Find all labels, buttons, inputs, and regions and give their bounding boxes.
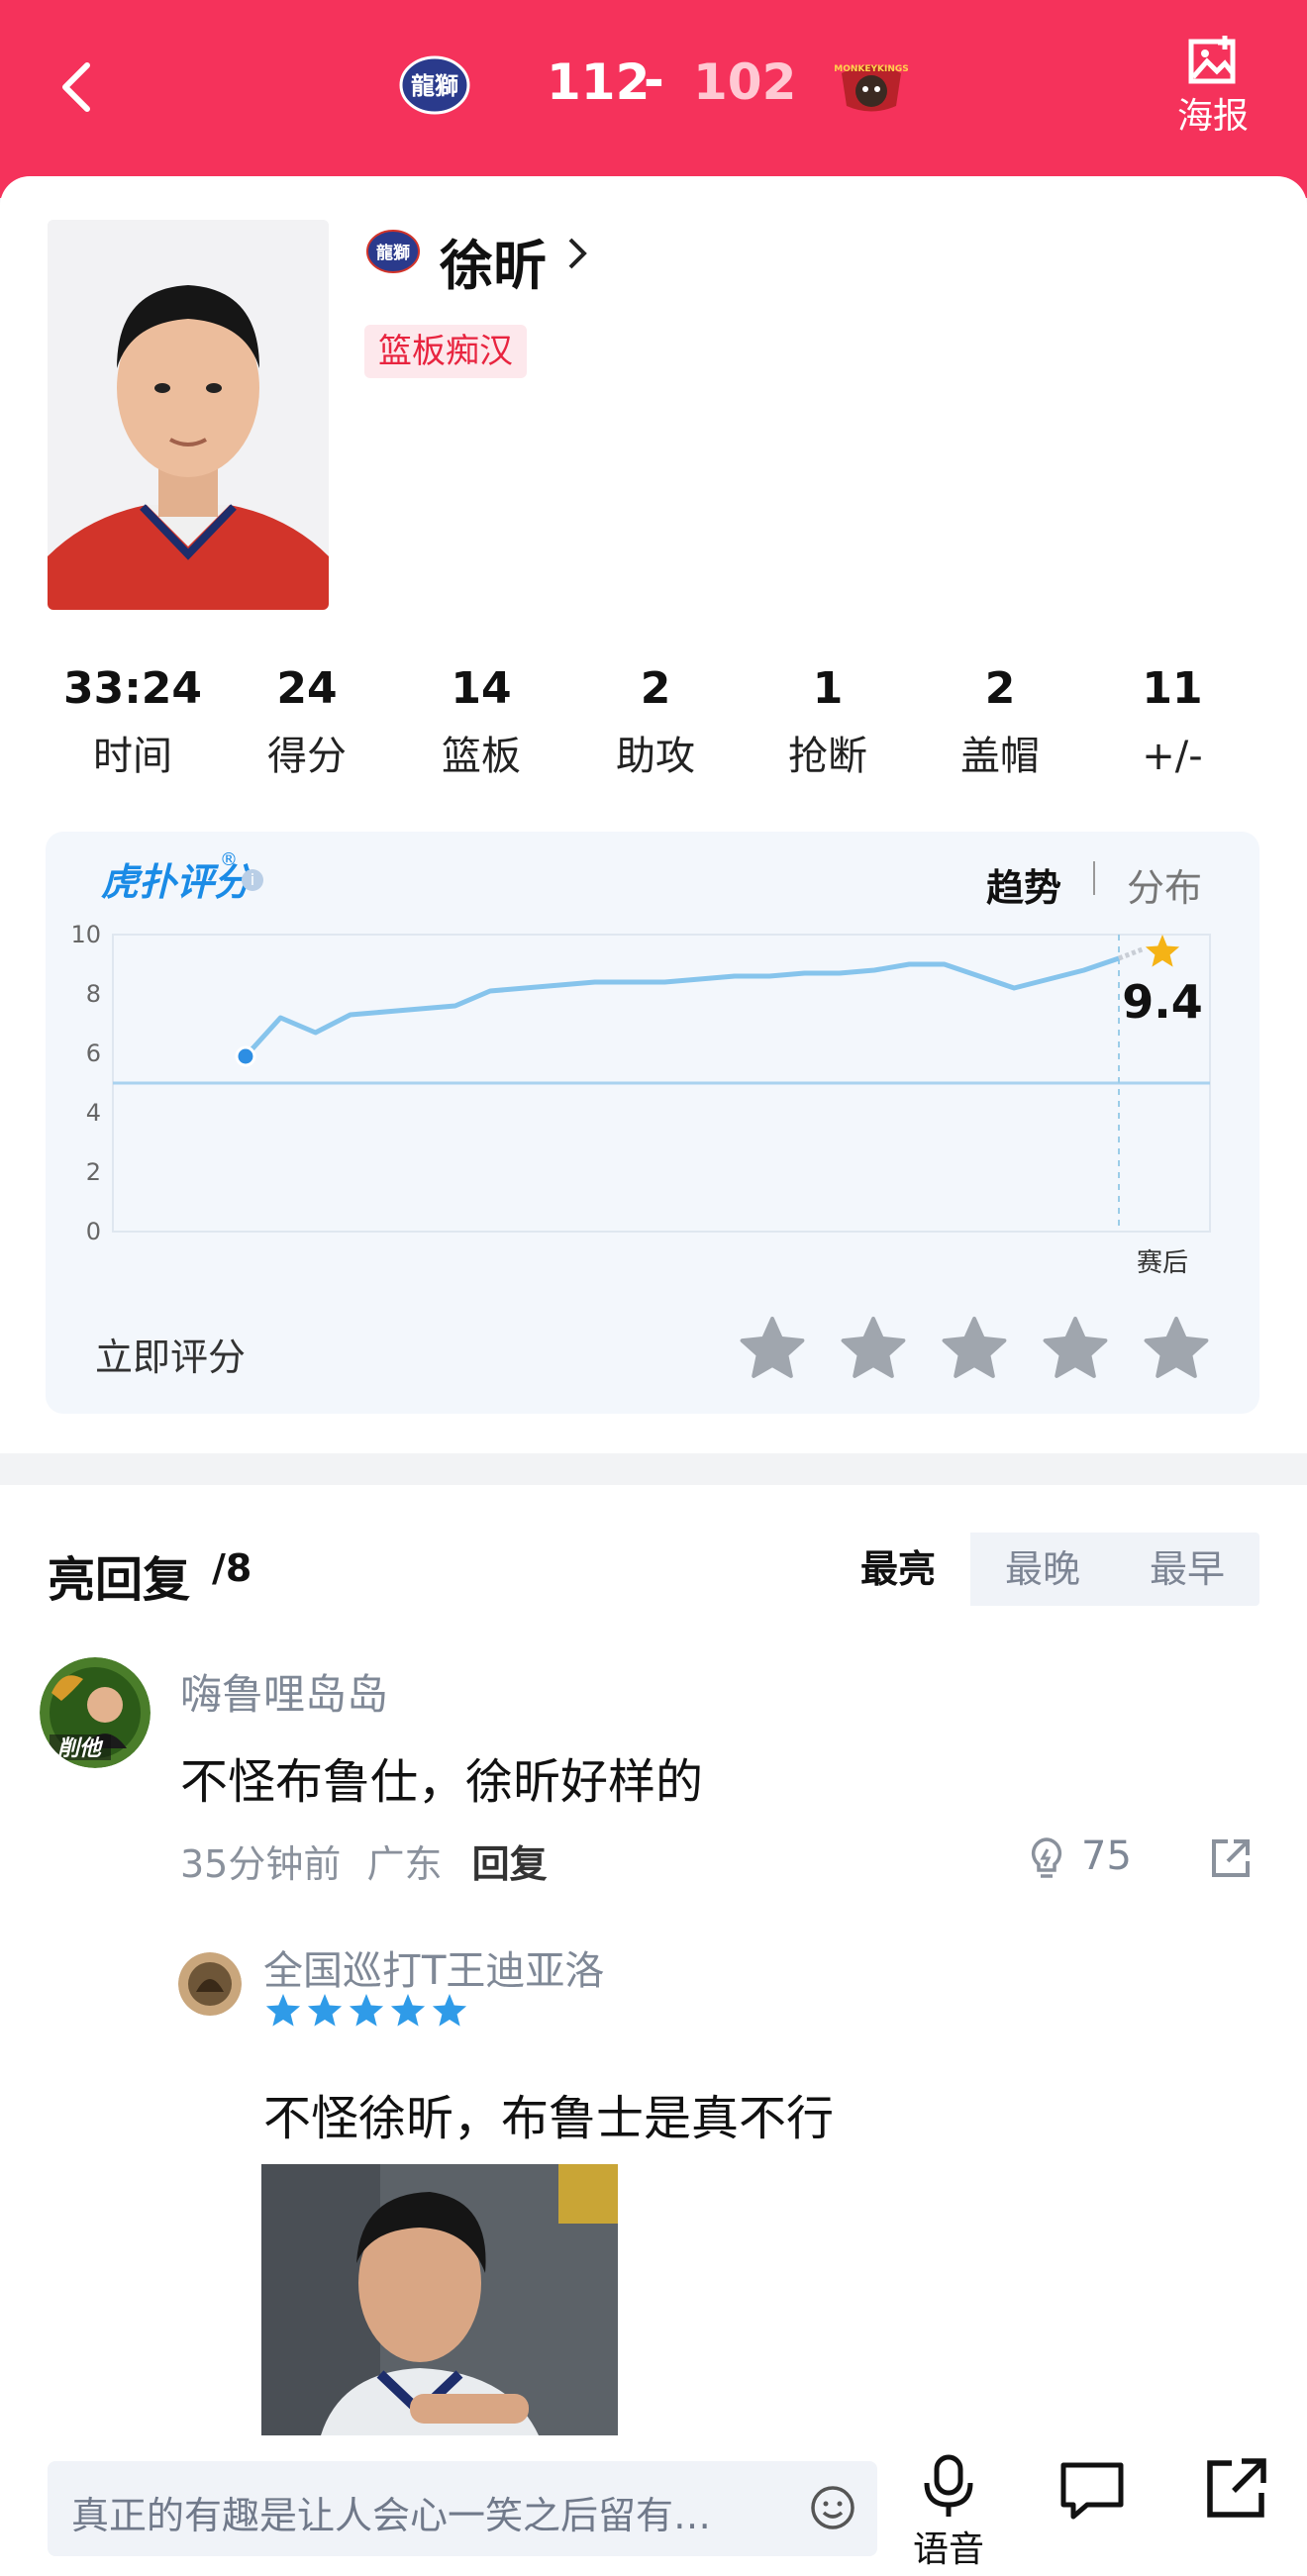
rating-line	[244, 955, 1120, 1058]
chevron-right-icon[interactable]	[562, 234, 592, 273]
stat-value: 33:24	[62, 663, 203, 714]
away-team-logo[interactable]: MONKEYKINGS	[827, 51, 916, 121]
info-icon[interactable]: i	[242, 869, 263, 891]
stat-blocks: 2 盖帽	[913, 659, 1087, 786]
share-icon[interactable]	[1206, 1833, 1256, 1883]
avatar-badge-text: 削他	[57, 1736, 104, 1761]
sort-tab-latest[interactable]: 最晚	[970, 1533, 1115, 1606]
comment-image[interactable]	[261, 2164, 618, 2435]
rate-star-icon[interactable]	[942, 1317, 1007, 1378]
microphone-icon	[924, 2454, 973, 2517]
stat-steals: 1 抢断	[741, 659, 915, 786]
stat-value: 14	[451, 663, 512, 714]
y-tick-label: 6	[86, 1040, 101, 1067]
sort-tab-earliest[interactable]: 最早	[1115, 1533, 1259, 1606]
sub-comment-username[interactable]: 全国巡打T王迪亚洛	[263, 1938, 604, 1996]
y-tick-label: 4	[86, 1099, 101, 1127]
poster-button[interactable]: 海报	[1168, 32, 1257, 141]
rating-trend-chart: 10 8 6 4 2 0 9.4 赛后	[70, 921, 1211, 1278]
replies-title: 亮回复	[48, 1552, 191, 1608]
stat-label: 盖帽	[960, 734, 1040, 779]
stat-value: 11	[1142, 663, 1203, 714]
comment-time: 35分钟前	[180, 1842, 342, 1886]
rate-star-icon[interactable]	[1043, 1317, 1108, 1378]
comment-username[interactable]: 嗨鲁哩岛岛	[180, 1661, 388, 1722]
comment-input[interactable]: 真正的有趣是让人会心一笑之后留有…	[48, 2461, 877, 2556]
reply-button[interactable]: 回复	[472, 1842, 548, 1886]
comment-input-placeholder: 真正的有趣是让人会心一笑之后留有…	[71, 2494, 712, 2537]
final-star-icon	[1145, 935, 1180, 967]
y-tick-label: 8	[86, 980, 101, 1008]
sort-tab-best[interactable]: 最亮	[826, 1533, 970, 1606]
stat-assists: 2 助攻	[568, 659, 743, 786]
user-star-icon	[432, 1994, 467, 2027]
comment-meta: 35分钟前 广东 回复	[180, 1833, 548, 1888]
sub-comment-text[interactable]: 不怪徐昕，布鲁士是真不行	[263, 2079, 834, 2148]
y-tick-label: 0	[86, 1218, 101, 1245]
comment-location: 广东	[366, 1842, 443, 1886]
final-rating-value: 9.4	[1122, 975, 1203, 1029]
home-logo-text: 龍獅	[411, 72, 458, 100]
user-star-icon	[349, 1994, 384, 2027]
comment-bubble-icon[interactable]	[1057, 2455, 1127, 2525]
stat-label: 抢断	[788, 734, 867, 779]
stat-label: 助攻	[616, 734, 695, 779]
rating-brand-registered: ®	[220, 849, 238, 870]
section-divider	[0, 1461, 1307, 1485]
tab-separator	[1093, 861, 1095, 895]
rate-star-icon[interactable]	[1144, 1317, 1209, 1378]
y-tick-label: 2	[86, 1158, 101, 1186]
stat-points: 24 得分	[220, 659, 394, 786]
player-name[interactable]: 徐昕	[440, 222, 547, 300]
player-tag: 篮板痴汉	[364, 325, 527, 378]
home-team-logo[interactable]: 龍獅	[394, 51, 475, 119]
stat-value: 2	[640, 663, 671, 714]
stat-label: 得分	[267, 734, 347, 779]
player-team-logo: 龍獅	[366, 230, 420, 273]
user-star-icon	[265, 1994, 301, 2027]
back-arrow-icon[interactable]	[51, 59, 107, 115]
rate-star-icon[interactable]	[841, 1317, 906, 1378]
user-star-icon	[390, 1994, 426, 2027]
voice-button[interactable]: 语音	[911, 2453, 986, 2570]
stat-value: 2	[984, 663, 1016, 714]
poster-label: 海报	[1176, 96, 1249, 137]
stat-plus-minus: 11 +/-	[1085, 659, 1259, 786]
start-point	[235, 1045, 256, 1067]
stat-value: 1	[812, 663, 844, 714]
x-axis-label: 赛后	[1137, 1248, 1188, 1278]
player-team-logo-text: 龍獅	[376, 243, 410, 263]
score-dash: -	[644, 51, 664, 109]
rating-stars[interactable]	[737, 1313, 1222, 1384]
replies-count: /8	[212, 1546, 252, 1590]
user-star-icon	[307, 1994, 343, 2027]
y-tick-label: 10	[70, 921, 101, 948]
away-logo-text: MONKEYKINGS	[834, 64, 909, 74]
rate-now-label: 立即评分	[95, 1336, 247, 1379]
stat-label: +/-	[1142, 734, 1203, 779]
stat-value: 24	[276, 663, 338, 714]
sort-tabs: 最亮 最晚 最早	[826, 1533, 1259, 1606]
avatar[interactable]: 削他	[40, 1657, 151, 1768]
replies-section	[0, 1485, 1307, 2576]
avatar[interactable]	[178, 1952, 242, 2016]
stat-label: 时间	[93, 734, 172, 779]
like-count: 75	[1081, 1833, 1132, 1879]
rate-star-icon[interactable]	[740, 1317, 805, 1378]
light-bulb-icon[interactable]	[1022, 1833, 1071, 1883]
user-rating-stars	[265, 1994, 467, 2027]
stat-label: 篮板	[442, 734, 521, 779]
voice-label: 语音	[912, 2529, 984, 2570]
comment-text[interactable]: 不怪布鲁仕，徐昕好样的	[180, 1742, 703, 1812]
poster-image-icon	[1188, 36, 1236, 84]
away-score: 102	[693, 53, 797, 111]
home-score: 112	[547, 53, 651, 111]
projection-segment	[1118, 945, 1146, 961]
share-icon[interactable]	[1202, 2453, 1271, 2523]
player-photo	[48, 220, 329, 610]
stat-rebounds: 14 篮板	[394, 659, 568, 786]
emoji-icon[interactable]	[808, 2483, 857, 2532]
stat-minutes: 33:24 时间	[46, 659, 220, 786]
